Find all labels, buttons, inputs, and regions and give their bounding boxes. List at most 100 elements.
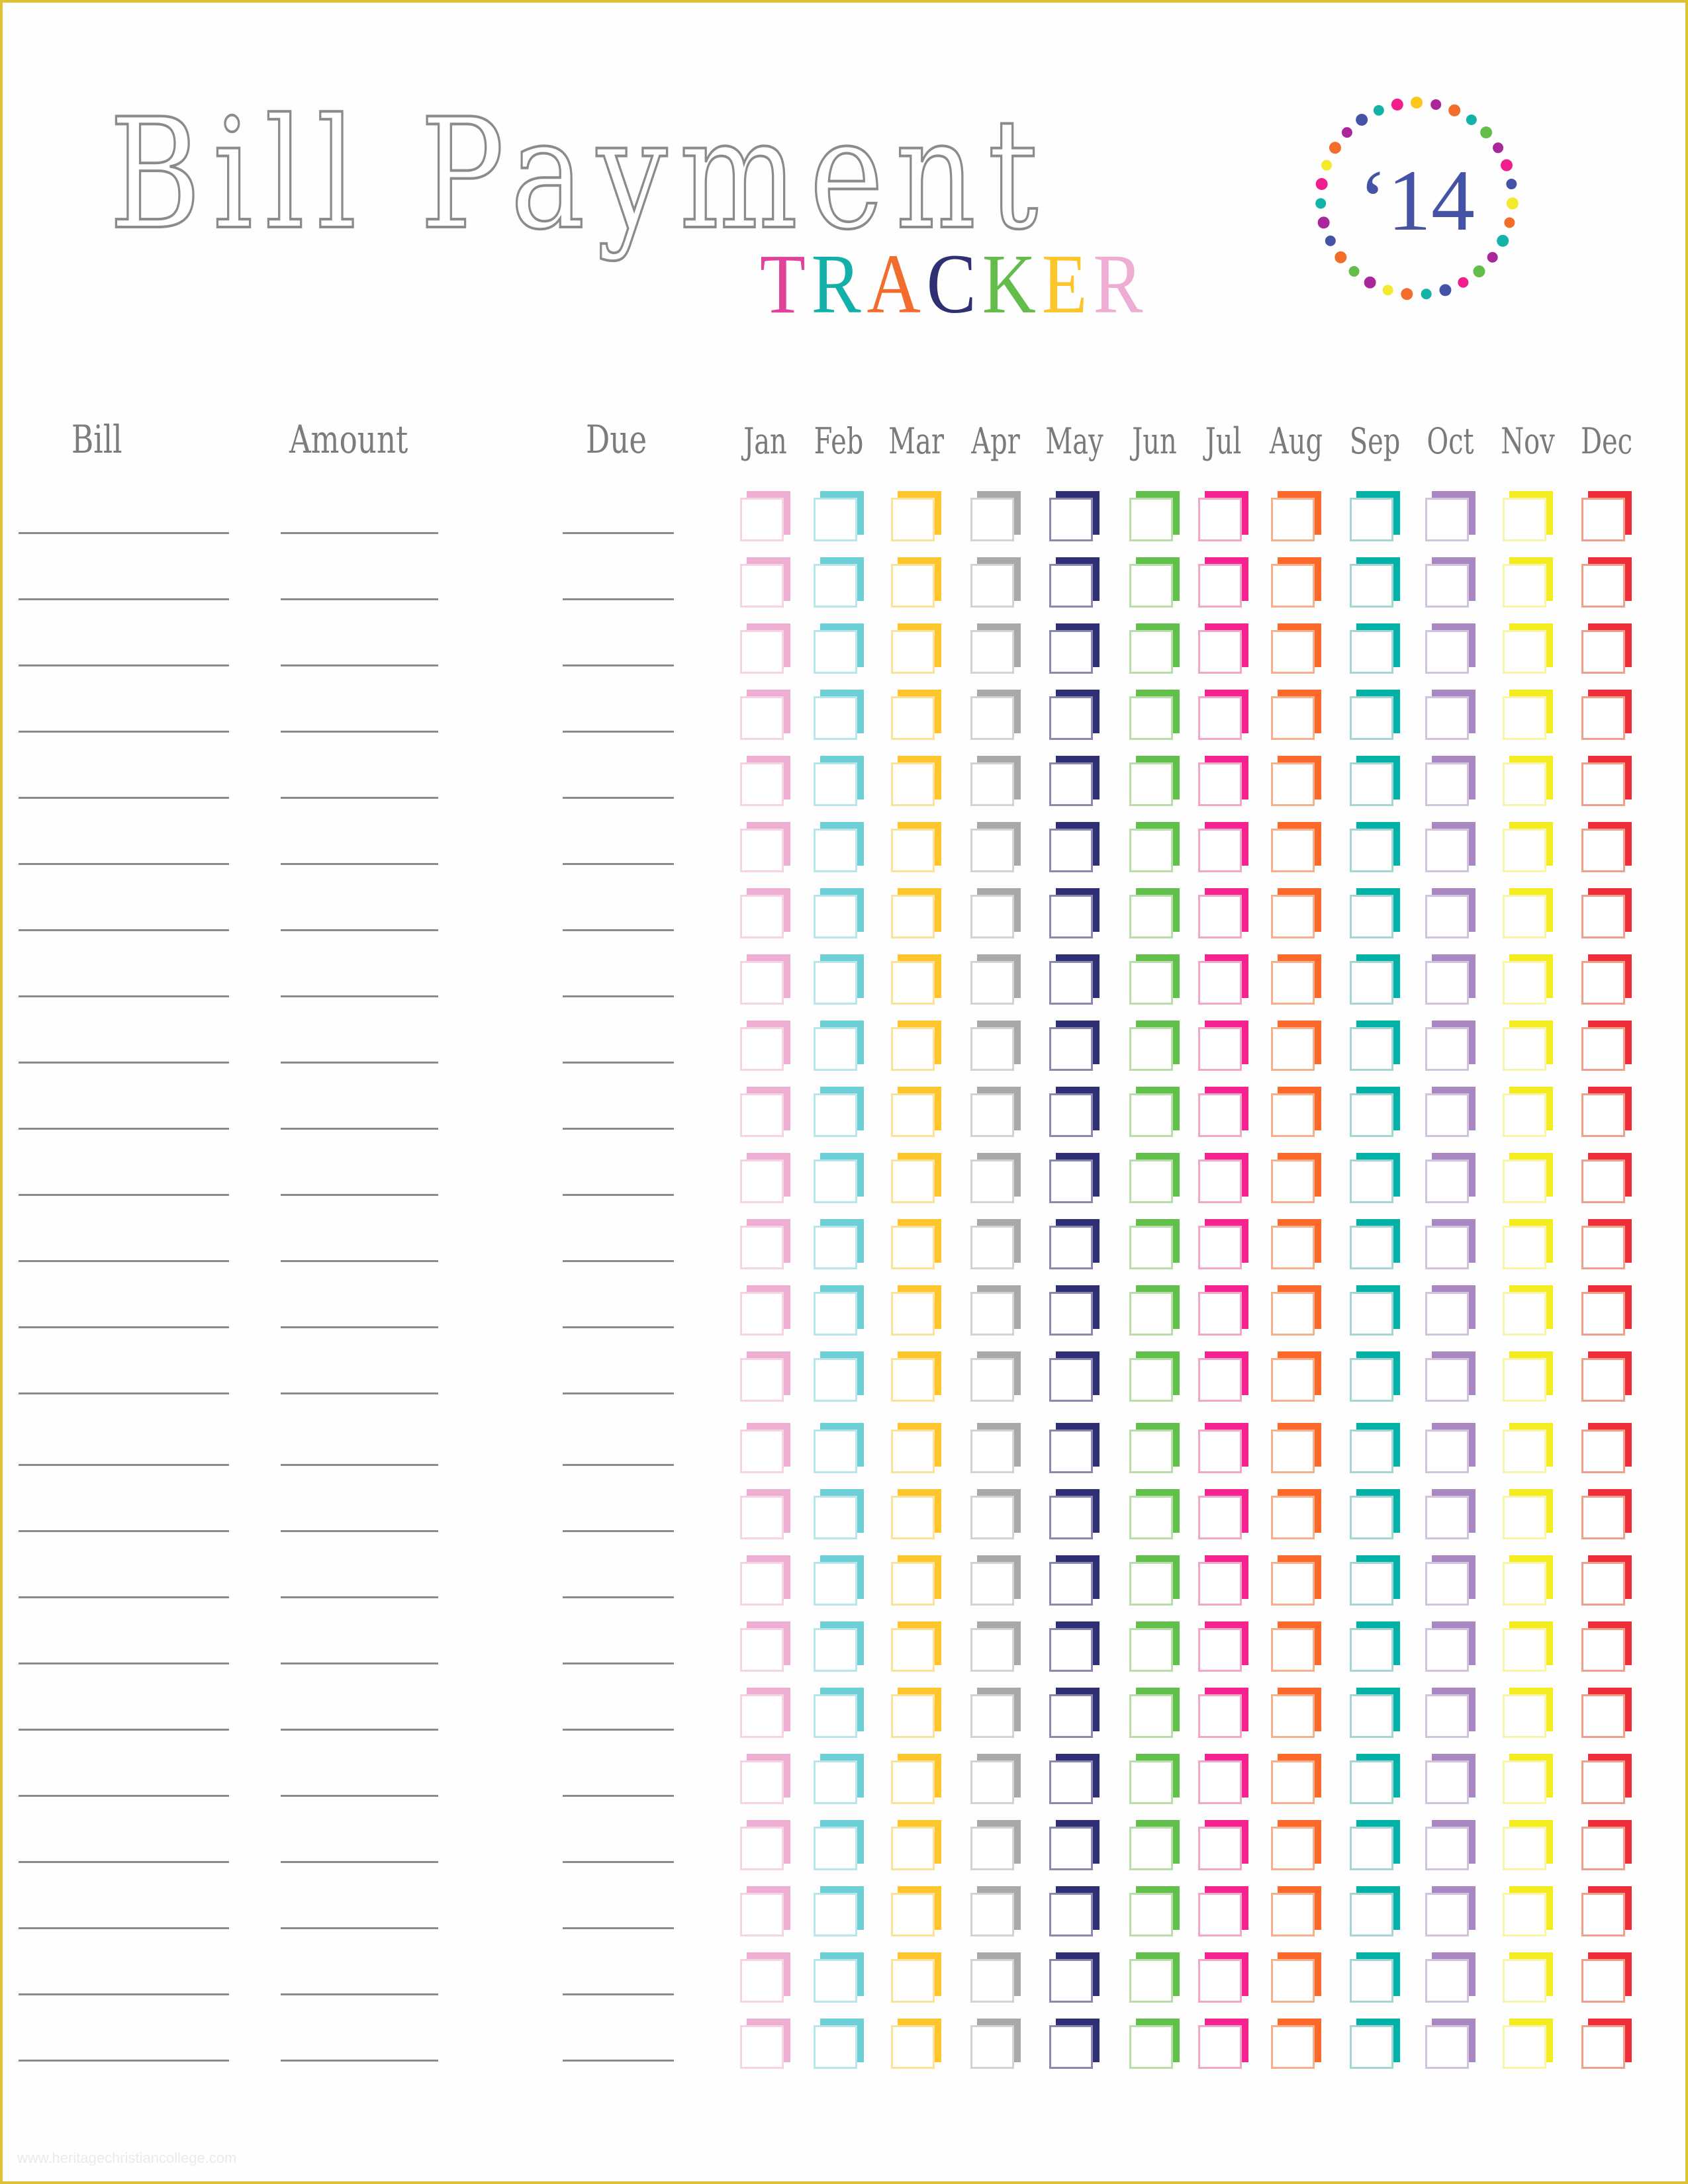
due-field[interactable] xyxy=(563,1464,674,1466)
checkbox-dec[interactable] xyxy=(1581,1351,1632,1402)
checkbox-mar[interactable] xyxy=(891,1555,941,1606)
checkbox-jul[interactable] xyxy=(1198,557,1248,608)
checkbox-mar[interactable] xyxy=(891,1489,941,1539)
checkbox-aug[interactable] xyxy=(1271,954,1321,1005)
checkbox-jun[interactable] xyxy=(1129,822,1180,872)
checkbox-mar[interactable] xyxy=(891,2019,941,2069)
due-field[interactable] xyxy=(563,1392,674,1394)
amount-field[interactable] xyxy=(281,2060,438,2062)
checkbox-mar[interactable] xyxy=(891,491,941,541)
checkbox-feb[interactable] xyxy=(814,491,864,541)
checkbox-apr[interactable] xyxy=(970,1351,1021,1402)
checkbox-mar[interactable] xyxy=(891,822,941,872)
checkbox-aug[interactable] xyxy=(1271,756,1321,806)
due-field[interactable] xyxy=(563,797,674,799)
checkbox-may[interactable] xyxy=(1049,491,1100,541)
checkbox-may[interactable] xyxy=(1049,756,1100,806)
checkbox-aug[interactable] xyxy=(1271,1621,1321,1672)
due-field[interactable] xyxy=(563,863,674,865)
checkbox-feb[interactable] xyxy=(814,1351,864,1402)
checkbox-oct[interactable] xyxy=(1425,1087,1476,1137)
checkbox-sep[interactable] xyxy=(1350,2019,1400,2069)
amount-field[interactable] xyxy=(281,1993,438,1995)
checkbox-jan[interactable] xyxy=(740,822,790,872)
checkbox-mar[interactable] xyxy=(891,954,941,1005)
amount-field[interactable] xyxy=(281,1392,438,1394)
checkbox-apr[interactable] xyxy=(970,1489,1021,1539)
checkbox-jan[interactable] xyxy=(740,1219,790,1269)
bill-field[interactable] xyxy=(19,1729,229,1731)
amount-field[interactable] xyxy=(281,995,438,997)
due-field[interactable] xyxy=(563,1993,674,1995)
checkbox-apr[interactable] xyxy=(970,1219,1021,1269)
amount-field[interactable] xyxy=(281,532,438,534)
checkbox-sep[interactable] xyxy=(1350,1423,1400,1473)
checkbox-sep[interactable] xyxy=(1350,1621,1400,1672)
checkbox-oct[interactable] xyxy=(1425,623,1476,674)
checkbox-aug[interactable] xyxy=(1271,1087,1321,1137)
checkbox-jan[interactable] xyxy=(740,1423,790,1473)
due-field[interactable] xyxy=(563,929,674,931)
checkbox-aug[interactable] xyxy=(1271,1285,1321,1336)
checkbox-oct[interactable] xyxy=(1425,491,1476,541)
bill-field[interactable] xyxy=(19,1326,229,1328)
checkbox-may[interactable] xyxy=(1049,822,1100,872)
checkbox-feb[interactable] xyxy=(814,1754,864,1804)
checkbox-jul[interactable] xyxy=(1198,756,1248,806)
due-field[interactable] xyxy=(563,731,674,733)
due-field[interactable] xyxy=(563,1530,674,1532)
checkbox-mar[interactable] xyxy=(891,1952,941,2003)
checkbox-apr[interactable] xyxy=(970,623,1021,674)
checkbox-sep[interactable] xyxy=(1350,1754,1400,1804)
checkbox-apr[interactable] xyxy=(970,1820,1021,1870)
checkbox-mar[interactable] xyxy=(891,1820,941,1870)
checkbox-jan[interactable] xyxy=(740,557,790,608)
bill-field[interactable] xyxy=(19,929,229,931)
checkbox-feb[interactable] xyxy=(814,1820,864,1870)
checkbox-jun[interactable] xyxy=(1129,623,1180,674)
checkbox-jul[interactable] xyxy=(1198,1754,1248,1804)
due-field[interactable] xyxy=(563,598,674,600)
checkbox-dec[interactable] xyxy=(1581,1820,1632,1870)
checkbox-mar[interactable] xyxy=(891,1087,941,1137)
checkbox-nov[interactable] xyxy=(1503,623,1553,674)
checkbox-jun[interactable] xyxy=(1129,1688,1180,1738)
checkbox-may[interactable] xyxy=(1049,1351,1100,1402)
amount-field[interactable] xyxy=(281,1596,438,1598)
checkbox-sep[interactable] xyxy=(1350,1489,1400,1539)
checkbox-feb[interactable] xyxy=(814,1423,864,1473)
checkbox-apr[interactable] xyxy=(970,1754,1021,1804)
checkbox-apr[interactable] xyxy=(970,1021,1021,1071)
amount-field[interactable] xyxy=(281,863,438,865)
checkbox-feb[interactable] xyxy=(814,756,864,806)
checkbox-jul[interactable] xyxy=(1198,623,1248,674)
checkbox-oct[interactable] xyxy=(1425,1621,1476,1672)
checkbox-sep[interactable] xyxy=(1350,690,1400,740)
checkbox-mar[interactable] xyxy=(891,1754,941,1804)
due-field[interactable] xyxy=(563,1927,674,1929)
checkbox-oct[interactable] xyxy=(1425,1820,1476,1870)
checkbox-may[interactable] xyxy=(1049,1423,1100,1473)
bill-field[interactable] xyxy=(19,1861,229,1863)
checkbox-mar[interactable] xyxy=(891,690,941,740)
checkbox-jul[interactable] xyxy=(1198,888,1248,938)
checkbox-jan[interactable] xyxy=(740,1688,790,1738)
checkbox-aug[interactable] xyxy=(1271,1754,1321,1804)
checkbox-feb[interactable] xyxy=(814,1688,864,1738)
checkbox-apr[interactable] xyxy=(970,2019,1021,2069)
checkbox-jan[interactable] xyxy=(740,1285,790,1336)
checkbox-oct[interactable] xyxy=(1425,557,1476,608)
checkbox-may[interactable] xyxy=(1049,954,1100,1005)
checkbox-sep[interactable] xyxy=(1350,1886,1400,1936)
checkbox-aug[interactable] xyxy=(1271,491,1321,541)
checkbox-may[interactable] xyxy=(1049,1621,1100,1672)
due-field[interactable] xyxy=(563,1326,674,1328)
checkbox-dec[interactable] xyxy=(1581,623,1632,674)
checkbox-jul[interactable] xyxy=(1198,1021,1248,1071)
checkbox-may[interactable] xyxy=(1049,623,1100,674)
checkbox-mar[interactable] xyxy=(891,1688,941,1738)
bill-field[interactable] xyxy=(19,1795,229,1797)
checkbox-apr[interactable] xyxy=(970,1886,1021,1936)
checkbox-may[interactable] xyxy=(1049,557,1100,608)
checkbox-sep[interactable] xyxy=(1350,1555,1400,1606)
